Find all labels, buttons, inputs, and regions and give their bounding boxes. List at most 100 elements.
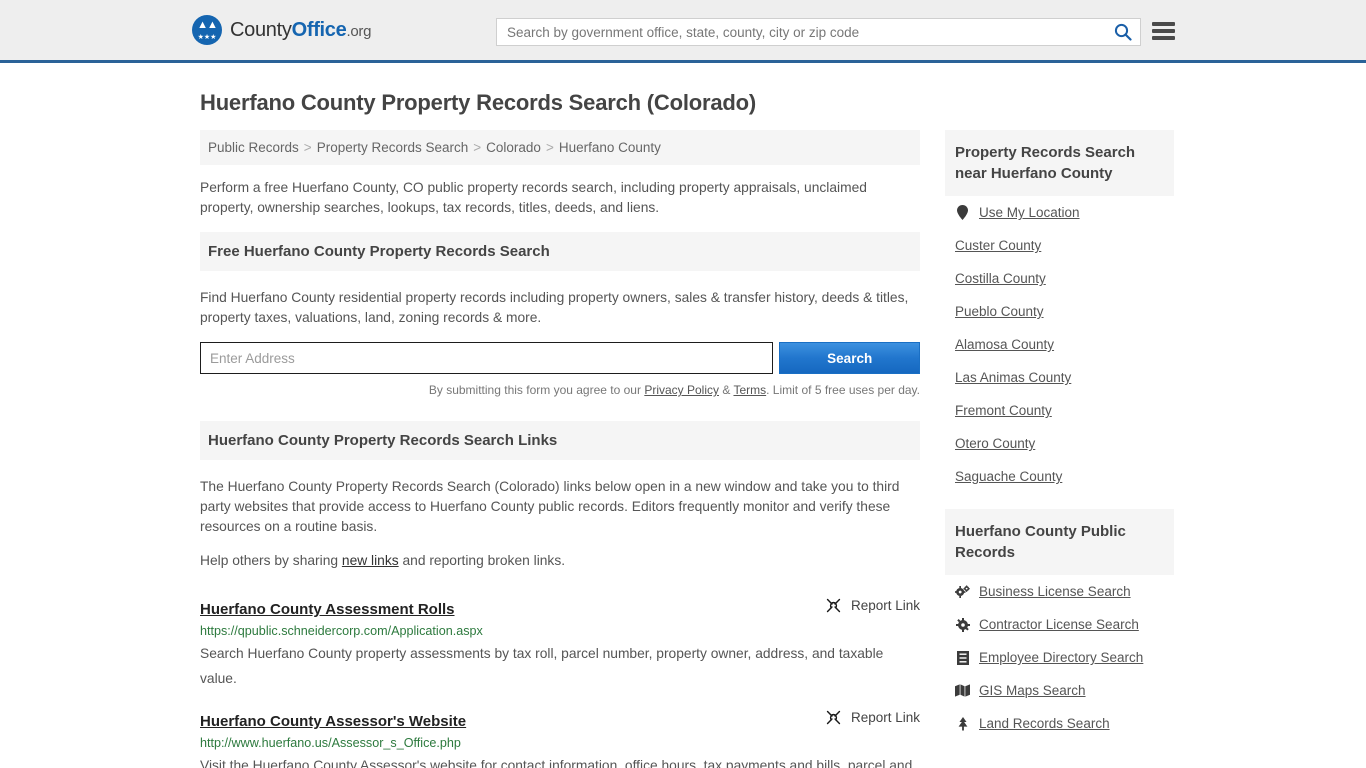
help-others-text: Help others by sharing new links and rep… (200, 551, 920, 571)
search-submit-button[interactable] (1106, 19, 1140, 45)
broken-link-icon (826, 598, 841, 613)
county-office-logo-icon: ▲▲ ★★★ (192, 15, 222, 45)
sidebar-link-label[interactable]: Otero County (955, 436, 1035, 451)
sidebar-public-records-box: Huerfano County Public Records Business … (945, 509, 1174, 740)
breadcrumb-separator: > (473, 140, 482, 155)
sidebar-link-label[interactable]: Contractor License Search (979, 617, 1139, 632)
sidebar-item-pueblo-county[interactable]: Pueblo County (955, 295, 1164, 328)
link-entry-header: Huerfano County Assessment Rolls Report … (200, 597, 920, 618)
broken-link-icon (826, 710, 841, 725)
breadcrumb-separator: > (303, 140, 312, 155)
sidebar-link-label[interactable]: Land Records Search (979, 716, 1110, 731)
sidebar-item-saguache-county[interactable]: Saguache County (955, 460, 1164, 493)
new-links-link[interactable]: new links (342, 553, 399, 568)
header-search-input[interactable] (497, 19, 1106, 45)
map-icon (955, 684, 970, 697)
legal-amp: & (719, 383, 734, 397)
site-logo[interactable]: ▲▲ ★★★ CountyOffice.org (192, 15, 371, 45)
menu-toggle-button[interactable] (1152, 20, 1175, 42)
link-entry: Huerfano County Assessor's Website Repor… (200, 709, 920, 768)
page-title: Huerfano County Property Records Search … (200, 90, 756, 115)
help-suffix: and reporting broken links. (398, 553, 566, 568)
sidebar-link-label[interactable]: Employee Directory Search (979, 650, 1143, 665)
sidebar-link-label[interactable]: Use My Location (979, 205, 1080, 220)
sidebar-item-fremont-county[interactable]: Fremont County (955, 394, 1164, 427)
sidebar-link-label[interactable]: Pueblo County (955, 304, 1044, 319)
report-link-button[interactable]: Report Link (825, 709, 920, 726)
link-entry-title[interactable]: Huerfano County Assessment Rolls (200, 601, 455, 618)
link-entry-description: Visit the Huerfano County Assessor's web… (200, 758, 913, 768)
legal-prefix: By submitting this form you agree to our (428, 383, 645, 397)
sidebar-link-label[interactable]: Fremont County (955, 403, 1052, 418)
sidebar-item-custer-county[interactable]: Custer County (955, 229, 1164, 262)
address-search-button[interactable]: Search (779, 342, 920, 374)
content-columns: Public Records > Property Records Search > C… (200, 130, 1174, 768)
report-link-label: Report Link (850, 598, 920, 613)
breadcrumb-separator: > (545, 140, 554, 155)
breadcrumb-item-2[interactable]: Colorado (486, 140, 541, 155)
free-search-description: Find Huerfano County residential propert… (200, 290, 909, 325)
sidebar-item-otero-county[interactable]: Otero County (955, 427, 1164, 460)
page-container: Huerfano County Property Records Search … (0, 90, 1366, 768)
breadcrumb-item-3[interactable]: Huerfano County (559, 140, 661, 155)
header-search-box[interactable] (496, 18, 1141, 46)
sidebar-public-records-list: Business License Search Contractor Licen… (945, 575, 1174, 740)
report-link-button[interactable]: Report Link (825, 597, 920, 614)
sidebar-link-label[interactable]: Costilla County (955, 271, 1046, 286)
main-column: Public Records > Property Records Search > C… (200, 130, 920, 768)
hamburger-bar (1152, 22, 1175, 26)
sidebar-item-employee-directory-search[interactable]: Employee Directory Search (955, 641, 1164, 674)
sidebar-link-label[interactable]: Alamosa County (955, 337, 1054, 352)
sidebar-link-label[interactable]: Custer County (955, 238, 1041, 253)
breadcrumb-item-0[interactable]: Public Records (208, 140, 299, 155)
search-icon (1114, 23, 1132, 41)
link-entry-url: https://qpublic.schneidercorp.com/Applic… (200, 624, 483, 638)
report-link-label: Report Link (850, 710, 920, 725)
tree-icon (955, 716, 970, 731)
terms-link[interactable]: Terms (733, 383, 766, 397)
link-entry-header: Huerfano County Assessor's Website Repor… (200, 709, 920, 730)
address-input[interactable] (200, 342, 774, 374)
breadcrumb-item-1[interactable]: Property Records Search (317, 140, 469, 155)
link-entry-url: http://www.huerfano.us/Assessor_s_Office… (200, 736, 461, 750)
sidebar-link-label[interactable]: GIS Maps Search (979, 683, 1086, 698)
brand-wordmark: CountyOffice.org (230, 19, 371, 42)
breadcrumb: Public Records > Property Records Search > C… (200, 130, 920, 165)
link-entry: Huerfano County Assessment Rolls Report … (200, 597, 920, 691)
sidebar-item-land-records-search[interactable]: Land Records Search (955, 707, 1164, 740)
brand-part-3: .org (346, 22, 372, 40)
link-entry-title[interactable]: Huerfano County Assessor's Website (200, 713, 466, 730)
sidebar-nearby-box: Property Records Search near Huerfano Co… (945, 130, 1174, 493)
sidebar-public-records-heading: Huerfano County Public Records (945, 509, 1174, 575)
free-search-heading: Free Huerfano County Property Records Se… (200, 232, 920, 271)
privacy-policy-link[interactable]: Privacy Policy (644, 383, 719, 397)
sidebar-item-use-my-location[interactable]: Use My Location (955, 196, 1164, 229)
brand-part-1: County (230, 18, 292, 41)
sidebar-item-las-animas-county[interactable]: Las Animas County (955, 361, 1164, 394)
sidebar-item-gis-maps-search[interactable]: GIS Maps Search (955, 674, 1164, 707)
map-pin-icon (955, 205, 970, 220)
sidebar-item-business-license-search[interactable]: Business License Search (955, 575, 1164, 608)
hamburger-bar (1152, 36, 1175, 40)
book-icon (955, 650, 970, 665)
form-legal-text: By submitting this form you agree to our… (200, 383, 920, 397)
sidebar-item-costilla-county[interactable]: Costilla County (955, 262, 1164, 295)
sidebar-link-label[interactable]: Las Animas County (955, 370, 1071, 385)
address-search-form: Search (200, 342, 920, 374)
help-prefix: Help others by sharing (200, 553, 342, 568)
page-intro-text: Perform a free Huerfano County, CO publi… (200, 180, 867, 215)
brand-part-2: Office (291, 18, 347, 41)
sidebar-link-label[interactable]: Saguache County (955, 469, 1062, 484)
sidebar-nearby-list: Use My Location Custer County Costilla C… (945, 196, 1174, 493)
sidebar: Property Records Search near Huerfano Co… (945, 130, 1174, 756)
cog-icon (955, 617, 970, 632)
hamburger-bar (1152, 29, 1175, 33)
legal-suffix: . Limit of 5 free uses per day. (766, 383, 920, 397)
sidebar-link-label[interactable]: Business License Search (979, 584, 1131, 599)
links-section-heading: Huerfano County Property Records Search … (200, 421, 920, 460)
cogs-icon (955, 584, 970, 599)
link-entry-description: Search Huerfano County property assessme… (200, 646, 884, 686)
site-header: ▲▲ ★★★ CountyOffice.org (0, 0, 1366, 63)
sidebar-item-contractor-license-search[interactable]: Contractor License Search (955, 608, 1164, 641)
sidebar-item-alamosa-county[interactable]: Alamosa County (955, 328, 1164, 361)
